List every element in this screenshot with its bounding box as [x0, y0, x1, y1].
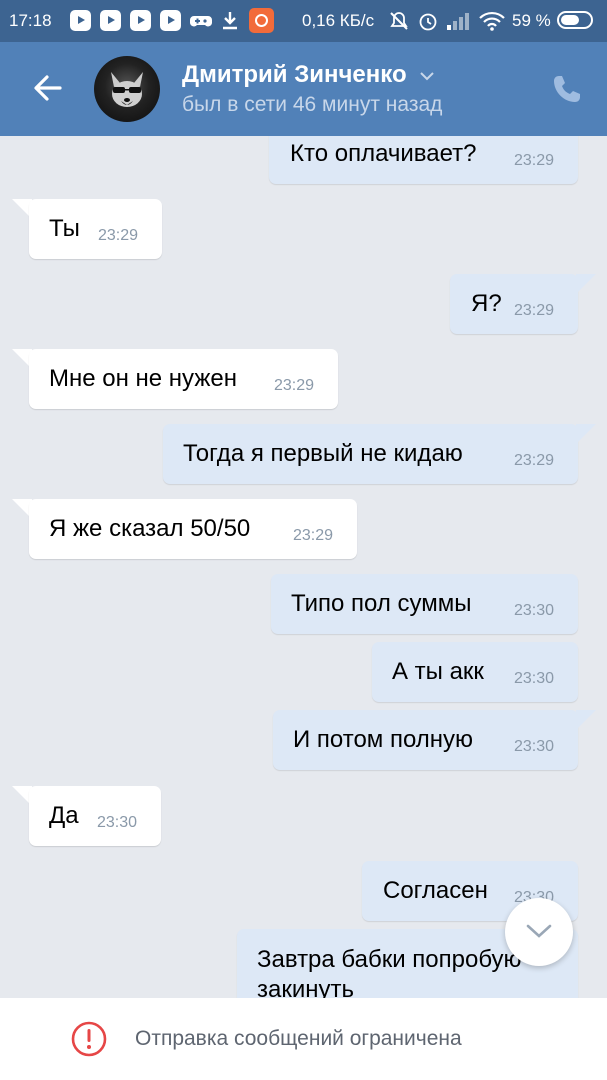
message-bubble-incoming[interactable]: Я же сказал 50/50 23:29	[29, 499, 357, 559]
message-text: Я же сказал 50/50	[49, 515, 251, 542]
bubble-tail-outgoing	[576, 424, 596, 444]
message-time: 23:30	[97, 814, 138, 831]
message-text: А ты акк	[392, 658, 484, 685]
message-text: Ты	[49, 215, 80, 242]
youtube-icon	[130, 10, 151, 31]
message-time: 23:30	[514, 738, 555, 755]
wifi-icon	[479, 11, 505, 31]
message-text: Типо пол суммы	[291, 590, 472, 617]
download-icon	[223, 12, 237, 30]
message-time: 23:29	[514, 302, 555, 319]
chevron-down-icon	[526, 924, 552, 938]
message-bubble-outgoing[interactable]: И потом полную 23:30	[273, 710, 578, 770]
youtube-icon	[70, 10, 91, 31]
gamepad-icon	[190, 16, 212, 27]
chevron-down-icon[interactable]	[419, 71, 435, 81]
message-feed[interactable]: Кто оплачивает? 23:29 Ты 23:29 Я? 23:29 …	[0, 136, 607, 998]
message-bubble-outgoing[interactable]: Кто оплачивает? 23:29	[269, 136, 578, 184]
message-text: И потом полную	[293, 726, 474, 753]
last-seen-status: был в сети 46 минут назад	[182, 93, 443, 116]
bubble-tail-outgoing	[576, 710, 596, 730]
input-restricted-bar: Отправка сообщений ограничена	[0, 998, 607, 1080]
message-text: Тогда я первый не кидаю	[183, 440, 463, 467]
battery-percent: 59 %	[512, 11, 551, 30]
message-time: 23:29	[293, 527, 334, 544]
chat-header: Дмитрий Зинченко был в сети 46 минут наз…	[0, 42, 607, 136]
message-bubble-outgoing[interactable]: А ты акк 23:30	[372, 642, 578, 702]
message-text: Согласен	[383, 877, 488, 904]
contact-name-text: Дмитрий Зинченко	[182, 61, 407, 88]
status-bar: 17:18 0,16 КБ/с 59 %	[0, 0, 607, 42]
message-text: Кто оплачивает?	[290, 140, 477, 167]
message-time: 23:29	[514, 452, 555, 469]
restriction-message: Отправка сообщений ограничена	[135, 1027, 462, 1050]
network-speed: 0,16 КБ/с	[302, 11, 375, 30]
message-time: 23:30	[514, 602, 555, 619]
message-text: Да	[49, 802, 79, 829]
message-text: Мне он не нужен	[49, 365, 237, 392]
avatar[interactable]	[94, 56, 160, 122]
message-bubble-outgoing[interactable]: Типо пол суммы 23:30	[271, 574, 578, 634]
raccoon-icon	[111, 72, 143, 107]
status-time: 17:18	[9, 11, 52, 30]
message-time: 23:30	[514, 670, 555, 687]
message-text: Я?	[471, 290, 502, 317]
signal-icon	[447, 13, 469, 30]
message-time: 23:29	[274, 377, 315, 394]
mute-icon	[390, 12, 408, 30]
battery-icon	[557, 11, 593, 29]
scroll-down-button[interactable]	[505, 898, 573, 966]
message-bubble-incoming[interactable]: Да 23:30	[29, 786, 161, 846]
warning-icon	[71, 1021, 107, 1057]
message-time: 23:29	[514, 152, 555, 169]
phone-call-icon[interactable]	[551, 73, 583, 105]
message-bubble-outgoing[interactable]: Тогда я первый не кидаю 23:29	[163, 424, 578, 484]
youtube-icon	[100, 10, 121, 31]
message-bubble-incoming[interactable]: Ты 23:29	[29, 199, 162, 259]
alarm-icon	[419, 13, 437, 31]
message-bubble-outgoing[interactable]: Я? 23:29	[450, 274, 578, 334]
app-notification-icon	[249, 8, 274, 33]
bubble-tail-outgoing	[576, 274, 596, 294]
youtube-icon	[160, 10, 181, 31]
message-bubble-incoming[interactable]: Мне он не нужен 23:29	[29, 349, 338, 409]
contact-name[interactable]: Дмитрий Зинченко	[182, 61, 435, 89]
back-arrow-icon[interactable]	[30, 70, 66, 106]
message-time: 23:29	[98, 227, 139, 244]
